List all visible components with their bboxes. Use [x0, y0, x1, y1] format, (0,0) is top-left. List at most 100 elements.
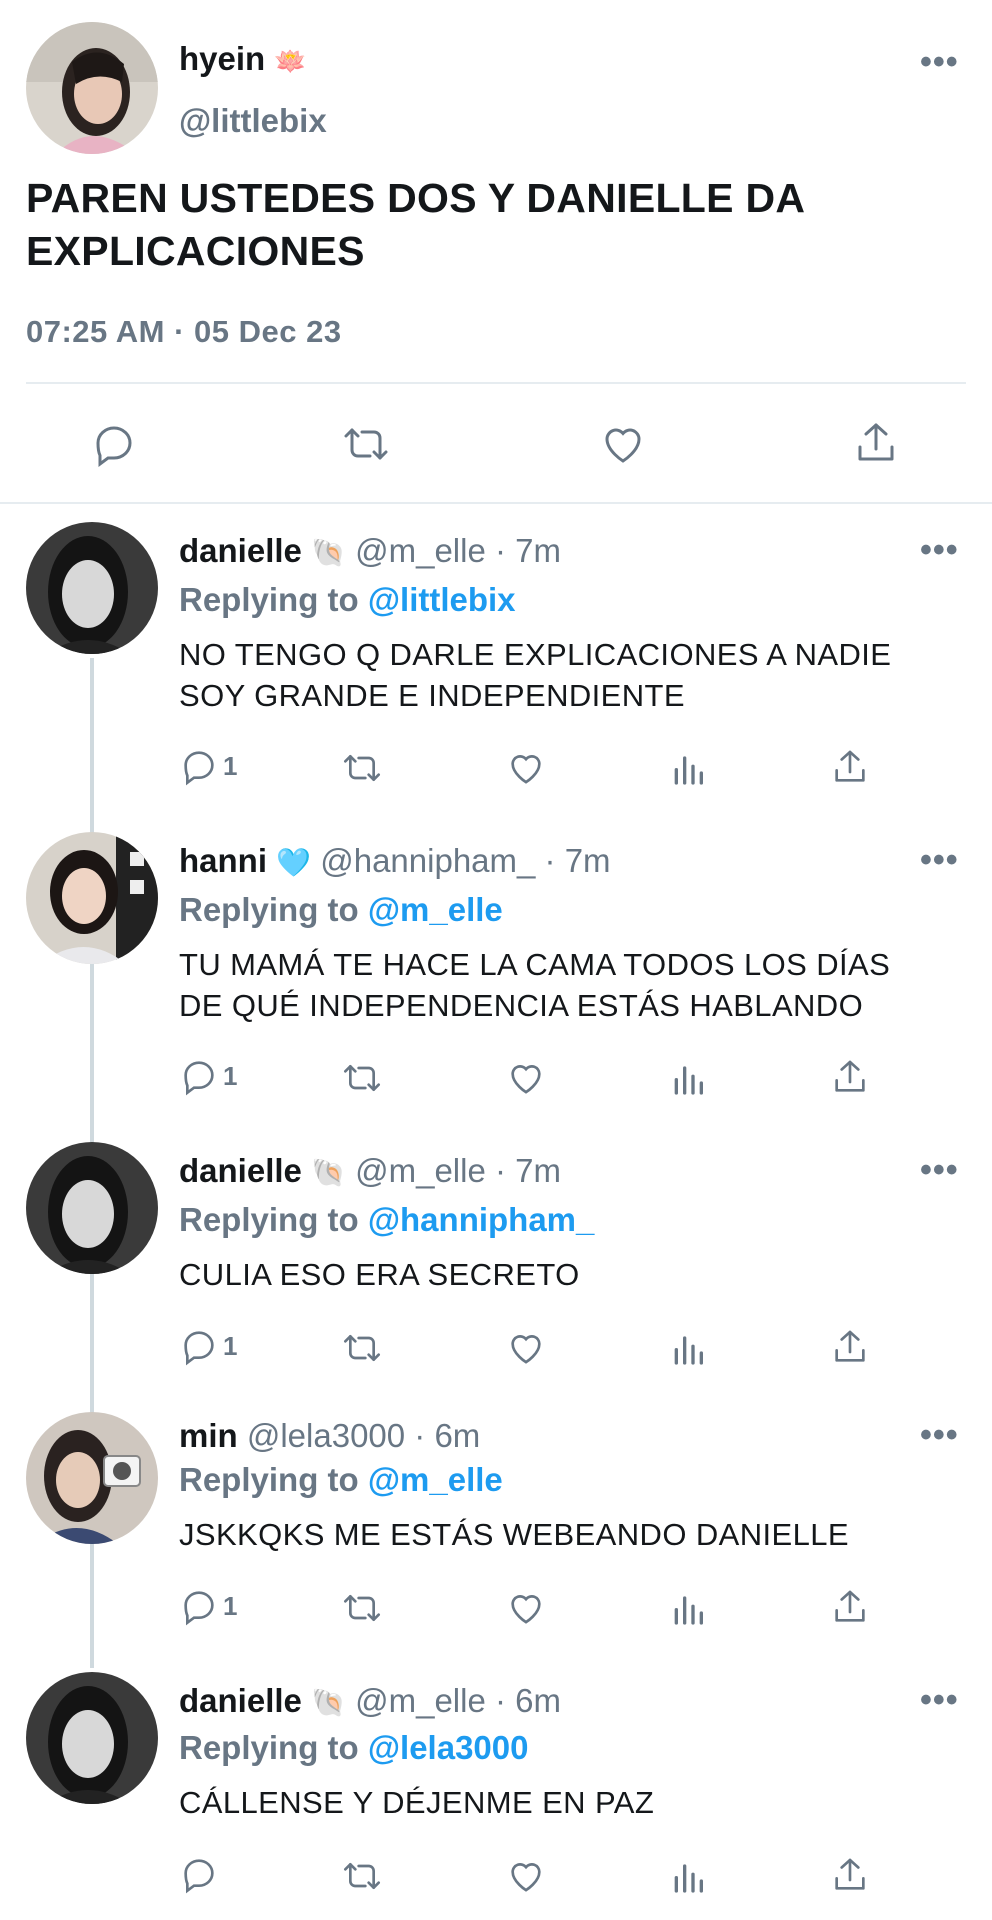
reply-icon [184, 1591, 214, 1626]
reply-count: 1 [223, 1060, 238, 1091]
main-tweet-timestamp[interactable]: 07:25 AM · 05 Dec 23 [26, 314, 342, 350]
main-reply-button[interactable] [90, 420, 138, 473]
reply-retweet-button[interactable] [340, 1328, 384, 1368]
heart-icon [605, 428, 641, 463]
reply-handle-time[interactable]: @lela3000 · 6m [247, 1417, 480, 1454]
avatar-danielle[interactable] [26, 522, 158, 654]
replying-to: Replying to @m_elle [179, 891, 503, 929]
reply-text: TU MAMÁ TE HACE LA CAMA TODOS LOS DÍAS D… [179, 944, 890, 1026]
reply-handle-time[interactable]: @m_elle · 7m [355, 532, 561, 569]
reply-retweet-button[interactable] [340, 1588, 384, 1628]
share-icon [835, 1330, 865, 1362]
replying-to-label: Replying to [179, 1201, 359, 1238]
reply-share-button[interactable] [830, 1854, 870, 1896]
reply-text-line2: DE QUÉ INDEPENDENCIA ESTÁS HABLANDO [179, 988, 864, 1023]
reply-comment-button[interactable]: 1 [179, 746, 237, 786]
reply-handle-time[interactable]: @m_elle · 7m [355, 1152, 561, 1189]
reply-header: danielle 🐚 @m_elle · 7m [179, 1152, 561, 1190]
reply-like-button[interactable] [505, 1328, 547, 1368]
avatar-danielle[interactable] [26, 1672, 158, 1804]
replying-to: Replying to @hannipham_ [179, 1201, 594, 1239]
avatar-hyein[interactable] [26, 22, 158, 154]
reply-author-name[interactable]: danielle [179, 1152, 302, 1189]
reply-count: 1 [223, 1330, 238, 1361]
replying-to-label: Replying to [179, 891, 359, 928]
replying-to-label: Replying to [179, 581, 359, 618]
replying-to-label: Replying to [179, 1729, 359, 1766]
reply-share-button[interactable] [830, 1056, 870, 1098]
reply-handle-time[interactable]: @hannipham_ · 7m [320, 842, 610, 879]
reply-share-button[interactable] [830, 1586, 870, 1628]
reply-more-icon[interactable]: ••• [920, 1153, 959, 1187]
reply-comment-button[interactable]: 1 [179, 1056, 237, 1096]
reply-like-button[interactable] [505, 1856, 547, 1896]
main-share-button[interactable] [852, 418, 900, 473]
reply-retweet-button[interactable] [340, 1058, 384, 1098]
mention-link[interactable]: @lela3000 [368, 1729, 529, 1766]
reply-retweet-button[interactable] [340, 748, 384, 788]
retweet-icon [344, 1863, 380, 1889]
replying-to-label: Replying to [179, 1461, 359, 1498]
main-tweet-line1: PAREN USTEDES DOS Y DANIELLE DA [26, 175, 806, 221]
reply-author-name[interactable]: danielle [179, 532, 302, 569]
heart-icon [511, 1595, 541, 1624]
reply-text-line1: CÁLLENSE Y DÉJENME EN PAZ [179, 1785, 655, 1820]
replying-to: Replying to @lela3000 [179, 1729, 528, 1767]
reply-more-icon[interactable]: ••• [920, 533, 959, 567]
heart-icon [511, 1065, 541, 1094]
reply-handle-time[interactable]: @m_elle · 6m [355, 1682, 561, 1719]
main-like-button[interactable] [598, 420, 648, 473]
retweet-icon [344, 1595, 380, 1621]
main-author-handle[interactable]: @littlebix [179, 102, 327, 140]
avatar-danielle[interactable] [26, 1142, 158, 1274]
share-icon [858, 423, 894, 461]
mention-link[interactable]: @m_elle [368, 891, 503, 928]
main-tweet-line2: EXPLICACIONES [26, 228, 365, 274]
shell-emoji: 🐚 [311, 537, 346, 568]
mention-link[interactable]: @hannipham_ [368, 1201, 595, 1238]
reply-author-name[interactable]: min [179, 1417, 238, 1454]
reply-analytics-button[interactable] [670, 1058, 706, 1098]
reply-analytics-button[interactable] [670, 748, 706, 788]
main-divider [26, 382, 966, 384]
lotus-emoji: 🪷 [274, 46, 307, 76]
replying-to: Replying to @littlebix [179, 581, 516, 619]
reply-text-line1: CULIA ESO ERA SECRETO [179, 1257, 580, 1292]
avatar-min[interactable] [26, 1412, 158, 1544]
section-divider [0, 502, 992, 504]
reply-comment-button[interactable]: 1 [179, 1586, 237, 1626]
mention-link[interactable]: @littlebix [368, 581, 516, 618]
reply-analytics-button[interactable] [670, 1328, 706, 1368]
reply-retweet-button[interactable] [340, 1856, 384, 1896]
reply-more-icon[interactable]: ••• [920, 1683, 959, 1717]
main-more-icon[interactable]: ••• [920, 45, 959, 79]
reply-author-name[interactable]: danielle [179, 1682, 302, 1719]
analytics-icon [674, 1864, 703, 1893]
heart-icon [511, 1335, 541, 1364]
reply-like-button[interactable] [505, 748, 547, 788]
reply-share-button[interactable] [830, 746, 870, 788]
shell-emoji: 🐚 [311, 1687, 346, 1718]
reply-more-icon[interactable]: ••• [920, 1418, 959, 1452]
reply-comment-button[interactable]: 1 [179, 1326, 237, 1366]
reply-text-line1: JSKKQKS ME ESTÁS WEBEANDO DANIELLE [179, 1517, 849, 1552]
share-icon [835, 1590, 865, 1622]
reply-header: min @lela3000 · 6m [179, 1417, 480, 1455]
reply-like-button[interactable] [505, 1588, 547, 1628]
reply-comment-button[interactable] [179, 1854, 223, 1894]
reply-header: danielle 🐚 @m_elle · 7m [179, 532, 561, 570]
reply-analytics-button[interactable] [670, 1856, 706, 1896]
main-author-name[interactable]: hyein 🪷 [179, 40, 307, 78]
heart-icon [511, 1863, 541, 1892]
reply-like-button[interactable] [505, 1058, 547, 1098]
main-retweet-button[interactable] [340, 420, 392, 473]
heart-icon [511, 755, 541, 784]
reply-author-name[interactable]: hanni [179, 842, 267, 879]
reply-share-button[interactable] [830, 1326, 870, 1368]
analytics-icon [674, 1596, 703, 1625]
avatar-hanni[interactable] [26, 832, 158, 964]
reply-analytics-button[interactable] [670, 1588, 706, 1628]
mention-link[interactable]: @m_elle [368, 1461, 503, 1498]
reply-icon [184, 751, 214, 786]
reply-more-icon[interactable]: ••• [920, 843, 959, 877]
